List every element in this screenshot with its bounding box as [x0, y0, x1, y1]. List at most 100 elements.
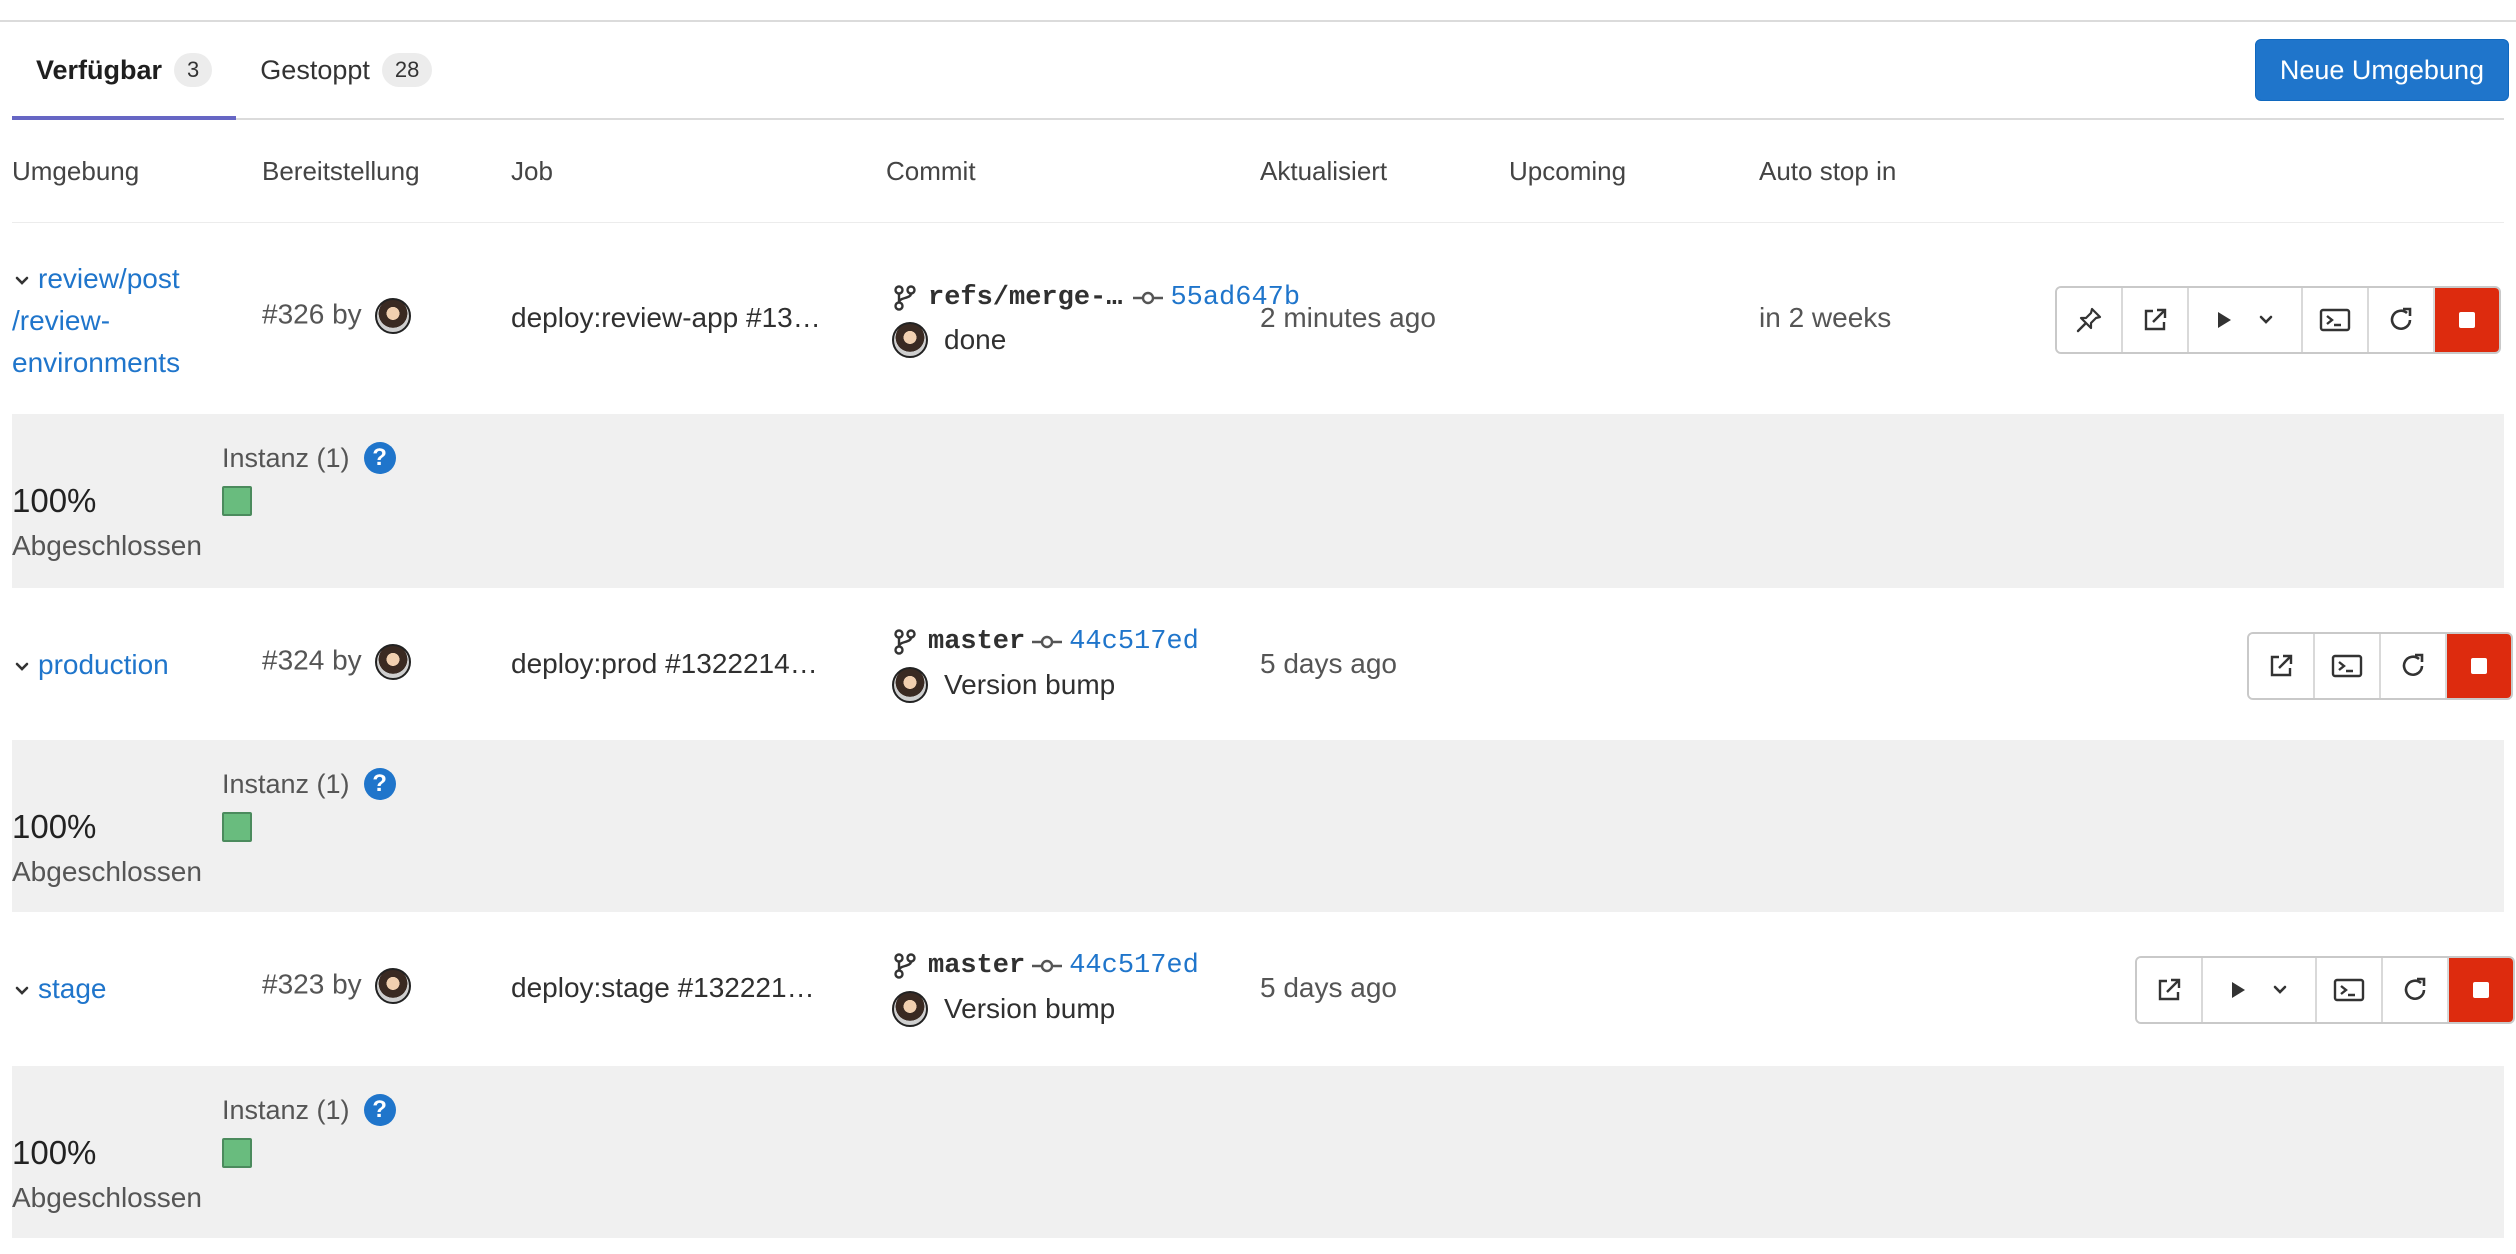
commit-ref[interactable]: master [928, 627, 1025, 657]
deployment-status: Abgeschlossen [12, 530, 202, 561]
job-link[interactable]: deploy:prod #1322214… [511, 648, 818, 680]
environment-details: 100% Abgeschlossen Instanz (1) ? [12, 740, 2504, 912]
redeploy-button[interactable] [2381, 634, 2447, 698]
tab-available[interactable]: Verfügbar 3 [12, 22, 237, 120]
pin-button[interactable] [2057, 288, 2123, 352]
help-icon[interactable]: ? [363, 442, 396, 474]
terminal-icon [2331, 654, 2363, 678]
avatar[interactable] [375, 968, 412, 1004]
environments-page: Verfügbar 3 Gestoppt 28 Neue Umgebung Um… [0, 0, 2516, 1254]
commit-message[interactable]: done [944, 324, 1006, 356]
open-live-environment-button[interactable] [2123, 288, 2189, 352]
avatar[interactable] [375, 644, 412, 680]
table-row: stage #323 by deploy:stage #132221… mast… [12, 912, 2515, 1066]
commit-ref[interactable]: refs/merge-… [928, 283, 1122, 313]
commit-sha[interactable]: 44c517ed [1069, 627, 1199, 657]
col-job: Job [511, 156, 553, 186]
play-icon [2232, 982, 2245, 998]
commit-icon [1032, 959, 1063, 973]
terminal-icon [2333, 978, 2365, 1002]
deployment-info: #323 by [262, 968, 412, 1004]
commit-info: master 44c517ed Version bump [892, 946, 1199, 1032]
deploy-actions-dropdown[interactable] [2203, 958, 2317, 1022]
help-icon[interactable]: ? [363, 768, 396, 800]
branch-icon [894, 285, 916, 311]
environment-link[interactable]: review/post /review- environments [12, 258, 180, 384]
col-auto-stop: Auto stop in [1759, 156, 1897, 186]
environment-details: 100% Abgeschlossen Instanz (1) ? [12, 414, 2504, 588]
terminal-button[interactable] [2315, 634, 2381, 698]
col-updated: Aktualisiert [1260, 156, 1388, 186]
environment-name-line3: environments [12, 347, 181, 378]
redeploy-button[interactable] [2383, 958, 2449, 1022]
terminal-button[interactable] [2303, 288, 2369, 352]
redeploy-button[interactable] [2369, 288, 2435, 352]
terminal-icon [2319, 308, 2351, 332]
deployment-info: #324 by [262, 644, 412, 680]
stop-environment-button[interactable] [2449, 958, 2513, 1022]
chevron-down-icon[interactable] [12, 271, 32, 291]
job-link[interactable]: deploy:stage #132221… [511, 972, 815, 1004]
external-link-icon [2144, 308, 2167, 331]
environment-link[interactable]: production [12, 644, 169, 686]
stop-icon [2459, 312, 2475, 328]
open-live-environment-button[interactable] [2249, 634, 2315, 698]
open-live-environment-button[interactable] [2137, 958, 2203, 1022]
environment-name-line1: review/post [38, 263, 180, 294]
environment-actions [2055, 286, 2501, 354]
col-environment: Umgebung [12, 156, 140, 186]
commit-icon [1032, 635, 1063, 649]
avatar[interactable] [375, 298, 412, 334]
col-commit: Commit [886, 156, 976, 186]
new-environment-button[interactable]: Neue Umgebung [2254, 39, 2509, 101]
avatar[interactable] [892, 322, 928, 358]
tab-stopped-label: Gestoppt [260, 54, 370, 85]
help-icon[interactable]: ? [363, 1094, 396, 1126]
commit-ref[interactable]: master [928, 951, 1025, 981]
instance-status-square[interactable] [222, 486, 252, 516]
table-header: Umgebung Bereitstellung Job Commit Aktua… [12, 118, 2504, 223]
chevron-down-icon[interactable] [12, 981, 32, 1001]
avatar[interactable] [892, 667, 928, 703]
stop-environment-button[interactable] [2435, 288, 2499, 352]
tab-available-count: 3 [174, 53, 213, 87]
tab-stopped[interactable]: Gestoppt 28 [236, 22, 456, 118]
avatar[interactable] [892, 991, 928, 1027]
table-row: production #324 by deploy:prod #1322214…… [12, 588, 2513, 740]
external-link-icon [2158, 978, 2181, 1001]
instance-status-square[interactable] [222, 812, 252, 842]
instances-label: Instanz (1) [222, 442, 350, 473]
job-link[interactable]: deploy:review-app #13… [511, 302, 821, 334]
environment-name-line2: /review- [12, 305, 111, 336]
retry-icon [2402, 653, 2424, 676]
tab-available-label: Verfügbar [36, 54, 163, 85]
commit-icon [1133, 291, 1164, 305]
retry-icon [2404, 977, 2426, 1000]
stop-icon [2473, 982, 2489, 998]
instance-status-square[interactable] [222, 1138, 252, 1168]
branch-icon [894, 953, 916, 979]
commit-sha[interactable]: 44c517ed [1069, 951, 1199, 981]
stop-environment-button[interactable] [2447, 634, 2511, 698]
environment-actions [2247, 632, 2513, 700]
environment-link[interactable]: stage [12, 968, 107, 1010]
col-deployment: Bereitstellung [262, 156, 420, 186]
deployment-status: Abgeschlossen [12, 856, 202, 887]
table-row: review/post /review- environments #326 b… [12, 222, 2504, 414]
commit-message[interactable]: Version bump [944, 993, 1115, 1025]
updated-time: 2 minutes ago [1260, 302, 1436, 333]
chevron-down-icon [2273, 985, 2287, 994]
commit-message[interactable]: Version bump [944, 669, 1115, 701]
deployment-info: #326 by [262, 298, 412, 334]
deploy-actions-dropdown[interactable] [2189, 288, 2303, 352]
terminal-button[interactable] [2317, 958, 2383, 1022]
deployment-number: #324 by [262, 644, 362, 676]
chevron-down-icon[interactable] [12, 657, 32, 677]
pin-icon [2076, 307, 2102, 333]
updated-time: 5 days ago [1260, 648, 1397, 679]
deployment-number: #323 by [262, 968, 362, 1000]
retry-icon [2390, 307, 2412, 330]
environment-name: stage [38, 973, 107, 1004]
environment-tabs: Verfügbar 3 Gestoppt 28 [12, 22, 2504, 120]
deployment-progress: 100% [12, 808, 97, 845]
